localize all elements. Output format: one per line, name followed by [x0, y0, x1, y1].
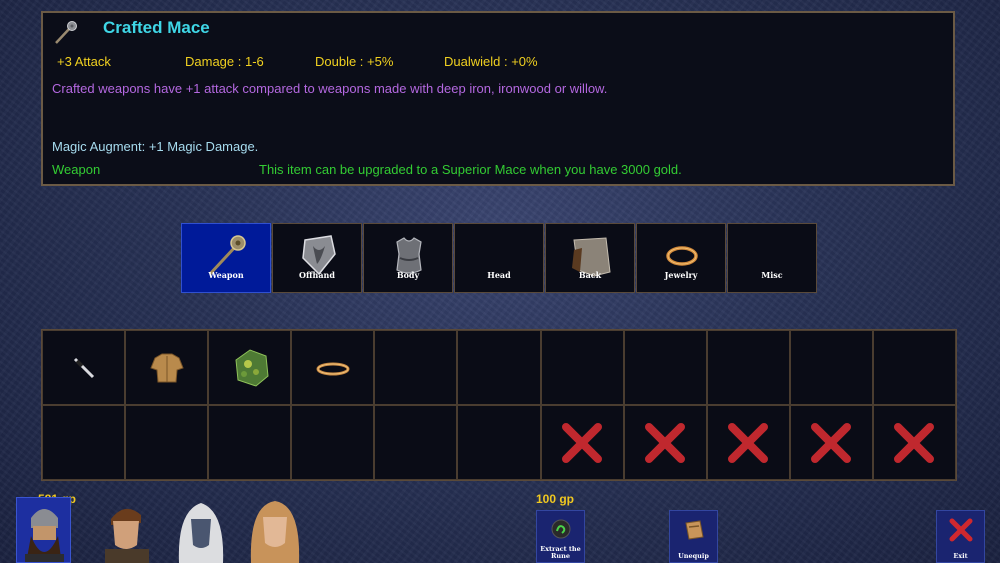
inventory-slot[interactable]: [291, 330, 375, 405]
tab-body[interactable]: Body: [363, 223, 453, 293]
tab-jewelry[interactable]: Jewelry: [636, 223, 726, 293]
close-icon: [949, 518, 972, 542]
tab-label: Jewelry: [664, 270, 698, 280]
unequip-button[interactable]: Unequip: [669, 510, 718, 563]
inventory-grid: [41, 329, 957, 481]
stat-dualwield: Dualwield : +0%: [444, 54, 538, 69]
item-augment: Magic Augment: +1 Magic Damage.: [52, 139, 259, 154]
tab-label: Body: [396, 270, 420, 280]
tab-label: Weapon: [208, 270, 244, 280]
exit-button[interactable]: Exit: [936, 510, 985, 563]
inventory-slot[interactable]: [623, 330, 707, 405]
inventory-slot[interactable]: [457, 330, 541, 405]
unequip-icon: [684, 520, 704, 540]
exit-label: Exit: [953, 552, 968, 560]
item-type: Weapon: [52, 162, 101, 177]
inventory-slot[interactable]: [42, 330, 126, 405]
stat-damage: Damage : 1-6: [185, 54, 264, 69]
inventory-slot[interactable]: [125, 405, 209, 480]
extract-rune-button[interactable]: Extract the Rune: [536, 510, 585, 563]
dark-elf-portrait[interactable]: [173, 497, 228, 563]
tab-offhand[interactable]: Offhand: [272, 223, 362, 293]
action-cost: 100 gp: [536, 492, 575, 506]
stat-attack: +3 Attack: [57, 54, 111, 69]
inventory-slot[interactable]: [42, 405, 126, 480]
tab-head[interactable]: Head: [454, 223, 544, 293]
inventory-slot[interactable]: [125, 330, 209, 405]
upgrade-note: This item can be upgraded to a Superior …: [259, 162, 682, 177]
inventory-slot[interactable]: [374, 405, 458, 480]
locked-x-icon: [728, 422, 769, 463]
inventory-slot[interactable]: [208, 405, 292, 480]
inventory-slot[interactable]: [789, 330, 873, 405]
tab-label: Misc: [761, 270, 783, 280]
item-name: Crafted Mace: [103, 18, 210, 37]
inventory-slot[interactable]: [872, 330, 956, 405]
extract-rune-label: Extract the Rune: [540, 545, 581, 560]
tab-misc[interactable]: Misc: [727, 223, 817, 293]
locked-inventory-slot: [623, 405, 707, 480]
dwarf-warrior-portrait[interactable]: [16, 497, 71, 563]
locked-x-icon: [894, 422, 935, 463]
dagger-icon: [73, 357, 94, 378]
rune-icon: [551, 519, 570, 539]
tab-label: Offhand: [299, 270, 335, 280]
stat-double: Double : +5%: [315, 54, 394, 69]
locked-x-icon: [562, 422, 603, 463]
blonde-woman-portrait[interactable]: [247, 497, 302, 563]
item-description: Crafted weapons have +1 attack compared …: [52, 81, 608, 96]
inventory-slot[interactable]: [208, 330, 292, 405]
ring-icon: [316, 362, 350, 375]
herb-bundle-icon: [235, 348, 269, 387]
tab-label: Back: [578, 270, 602, 280]
inventory-slot[interactable]: [374, 330, 458, 405]
equipment-category-tabs: Weapon Offhand Body Head Back Jewelry Mi…: [181, 223, 818, 295]
locked-inventory-slot: [789, 405, 873, 480]
inventory-slot[interactable]: [457, 405, 541, 480]
inventory-slot[interactable]: [291, 405, 375, 480]
tab-weapon[interactable]: Weapon: [181, 223, 271, 293]
locked-inventory-slot: [706, 405, 790, 480]
tab-label: Head: [487, 270, 511, 280]
young-man-portrait[interactable]: [99, 497, 154, 563]
tab-back[interactable]: Back: [545, 223, 635, 293]
locked-inventory-slot: [540, 405, 624, 480]
locked-x-icon: [811, 422, 852, 463]
item-info-panel: Crafted Mace +3 Attack Damage : 1-6 Doub…: [41, 11, 955, 186]
mace-icon: [55, 21, 77, 44]
locked-x-icon: [645, 422, 686, 463]
inventory-slot[interactable]: [540, 330, 624, 405]
unequip-label: Unequip: [678, 552, 709, 560]
locked-inventory-slot: [872, 405, 956, 480]
inventory-slot[interactable]: [706, 330, 790, 405]
tunic-icon: [149, 353, 184, 382]
